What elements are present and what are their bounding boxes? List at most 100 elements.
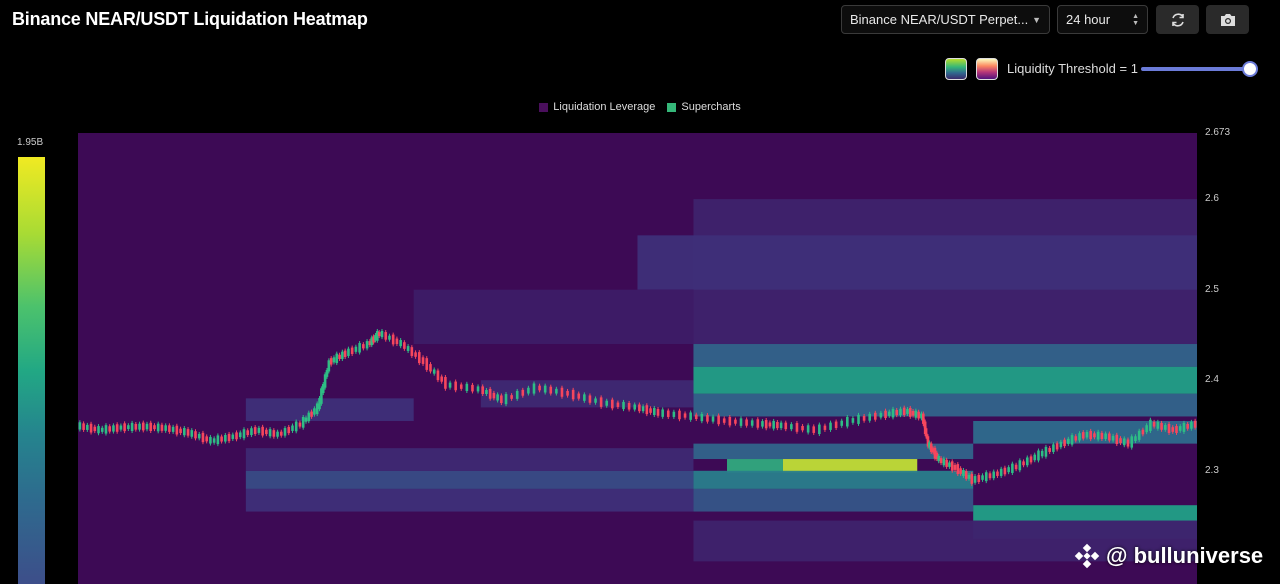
price-candle	[231, 434, 235, 439]
price-candle	[86, 424, 89, 430]
price-candle	[253, 427, 257, 435]
price-candle	[403, 342, 406, 349]
heatmap-band	[245, 470, 694, 489]
price-candle	[948, 462, 951, 467]
price-candle	[1074, 436, 1078, 441]
price-candle	[879, 412, 883, 418]
price-candle	[209, 436, 212, 444]
price-candle	[391, 334, 395, 345]
price-candle	[973, 476, 977, 483]
price-candle	[1059, 441, 1063, 448]
price-candle	[917, 411, 920, 419]
price-candle	[250, 428, 253, 436]
price-candle	[772, 420, 775, 429]
price-candle	[500, 395, 503, 404]
price-candle	[365, 341, 369, 349]
price-candle	[806, 425, 810, 433]
price-candle	[220, 436, 223, 442]
price-candle	[672, 411, 676, 417]
price-candle	[1040, 450, 1044, 457]
price-candle	[868, 413, 871, 421]
price-candle	[485, 390, 488, 395]
price-candle	[93, 426, 97, 432]
price-candle	[950, 461, 954, 471]
price-candle	[1007, 467, 1010, 473]
price-candle	[100, 427, 104, 432]
price-candle	[566, 390, 569, 396]
price-candle	[967, 474, 971, 479]
price-candle	[216, 435, 220, 445]
price-candle	[1134, 436, 1137, 442]
price-candle	[235, 432, 238, 440]
price-candle	[276, 431, 279, 437]
price-candle	[1167, 423, 1171, 433]
price-candle	[362, 344, 365, 349]
price-candle	[432, 369, 436, 374]
price-candle	[1014, 464, 1018, 470]
price-candle	[873, 412, 877, 420]
price-candle	[1115, 434, 1119, 444]
price-candle	[1055, 443, 1059, 450]
price-candle	[605, 400, 609, 406]
price-candle	[795, 423, 799, 432]
price-candle	[599, 397, 603, 407]
heatmap-band	[973, 420, 1197, 444]
price-candle	[246, 430, 250, 436]
price-candle	[887, 411, 891, 416]
price-candle	[560, 387, 564, 397]
price-candle	[115, 424, 119, 432]
price-candle	[1070, 435, 1074, 445]
price-candle	[1037, 450, 1040, 461]
liquidation-heatmap[interactable]	[0, 0, 1280, 584]
price-candle	[1163, 425, 1167, 430]
price-candle	[689, 412, 692, 420]
price-candle	[78, 422, 82, 430]
price-candle	[549, 386, 553, 394]
price-candle	[179, 428, 182, 434]
price-candle	[851, 418, 855, 423]
price-candle	[127, 425, 130, 429]
price-candle	[1018, 460, 1022, 471]
price-candle	[414, 352, 417, 357]
price-candle	[283, 428, 287, 436]
price-candle	[638, 404, 641, 412]
price-candle	[588, 395, 592, 403]
price-candle	[448, 382, 452, 388]
price-candle	[666, 410, 670, 417]
price-candle	[1182, 422, 1186, 432]
price-candle	[1141, 429, 1145, 435]
price-candle	[768, 422, 772, 427]
price-candle	[959, 468, 962, 474]
price-candle	[205, 436, 208, 442]
price-candle	[543, 385, 547, 393]
price-candle	[301, 417, 305, 428]
price-candle	[1078, 433, 1081, 441]
heatmap-band	[480, 380, 694, 408]
price-candle	[694, 414, 698, 420]
price-candle	[287, 426, 291, 434]
price-candle	[504, 394, 508, 405]
price-candle	[1126, 439, 1130, 447]
price-candle	[160, 424, 164, 431]
price-candle	[937, 455, 940, 462]
price-candle	[970, 473, 974, 484]
price-candle	[358, 343, 361, 353]
price-candle	[776, 422, 779, 429]
price-candle	[1119, 438, 1122, 444]
price-candle	[304, 417, 308, 422]
price-candle	[823, 425, 827, 430]
y-tick-label: 2.4	[1205, 374, 1219, 386]
price-candle	[895, 409, 899, 416]
price-candle	[82, 423, 85, 430]
price-candle	[1048, 447, 1051, 452]
price-candle	[294, 421, 298, 432]
price-candle	[801, 425, 804, 431]
price-candle	[1025, 457, 1029, 466]
price-candle	[1085, 431, 1089, 438]
price-candle	[745, 419, 748, 426]
price-candle	[627, 402, 631, 410]
price-candle	[465, 383, 469, 392]
price-candle	[481, 386, 485, 395]
price-candle	[649, 408, 652, 413]
price-candle	[265, 429, 268, 435]
